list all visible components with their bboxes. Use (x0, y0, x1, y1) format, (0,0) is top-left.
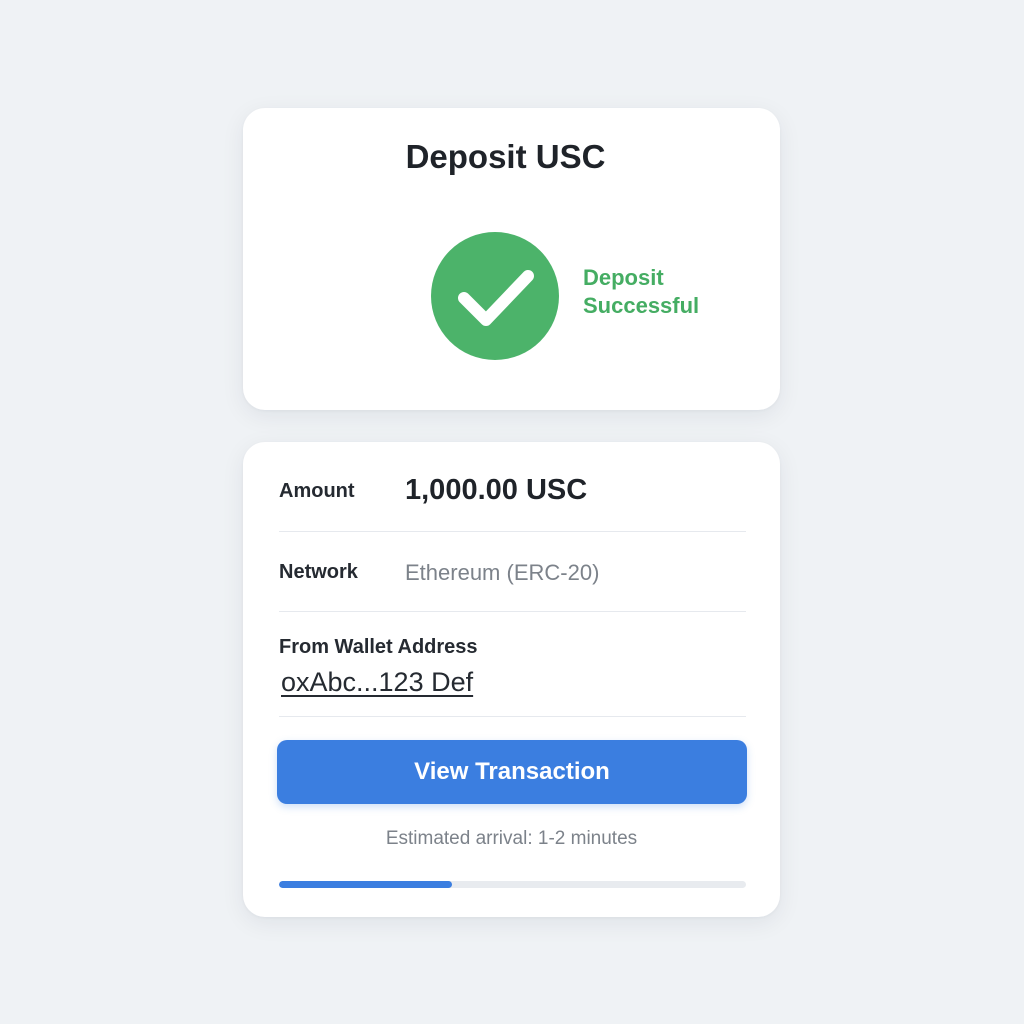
status-line-1: Deposit (583, 265, 664, 290)
wallet-address-link[interactable]: oxAbc...123 Def (281, 667, 473, 698)
network-label: Network (279, 561, 358, 583)
status-message: Deposit Successful (583, 264, 733, 320)
page-title: Deposit USC (405, 138, 606, 175)
estimated-arrival-text: Estimated arrival: 1-2 minutes (385, 828, 638, 849)
progress-bar-fill (279, 881, 452, 888)
details-card: Amount 1,000.00 USC Network Ethereum (ER… (243, 442, 780, 917)
view-transaction-button[interactable]: View Transaction (277, 740, 747, 804)
amount-value: 1,000.00 USC (405, 474, 588, 506)
network-value: Ethereum (ERC-20) (405, 560, 600, 585)
wallet-label: From Wallet Address (279, 636, 478, 658)
check-circle-icon (431, 232, 559, 360)
wallet-row: From Wallet Address oxAbc...123 Def (279, 611, 746, 717)
status-card: Deposit USC Deposit Successful (243, 108, 780, 410)
network-row: Network Ethereum (ERC-20) (279, 531, 746, 612)
amount-row: Amount 1,000.00 USC (279, 442, 746, 532)
amount-label: Amount (279, 480, 355, 502)
status-line-2: Successful (583, 293, 700, 318)
progress-bar (279, 881, 746, 888)
